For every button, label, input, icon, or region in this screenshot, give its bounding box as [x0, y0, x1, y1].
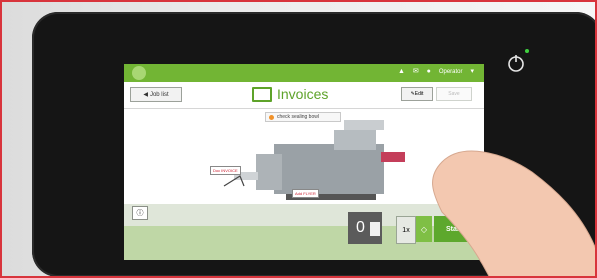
multiplier-button[interactable]: 1x	[396, 216, 416, 244]
chevron-down-icon[interactable]: ▾	[470, 68, 474, 75]
hand-image	[432, 150, 595, 276]
edit-button[interactable]: ✎ Edit	[401, 87, 433, 101]
info-icon: ⓘ	[136, 210, 144, 217]
header-divider	[124, 108, 484, 109]
counter-value: 0	[356, 219, 365, 236]
counter-display[interactable]: 0	[348, 212, 382, 244]
job-title: Invoices	[252, 85, 328, 103]
power-icon[interactable]	[505, 52, 527, 74]
alert-icon	[269, 114, 274, 120]
arrow-left-icon: ◀	[143, 92, 148, 98]
document-icon	[252, 86, 272, 102]
job-title-text: Invoices	[277, 86, 329, 102]
envelope-icon[interactable]: ✉	[413, 68, 419, 75]
operator-label[interactable]: Operator	[439, 69, 463, 75]
brand-logo-icon[interactable]	[132, 66, 146, 80]
photo-frame: ▲ ✉ ● Operator ▾ ◀ Job list Invoices ✎ E…	[0, 0, 597, 278]
warning-icon[interactable]: ▲	[398, 68, 405, 75]
counter-edit-icon	[370, 222, 380, 236]
power-led	[525, 49, 529, 53]
multiplier-label: 1x	[402, 226, 410, 234]
status-icons: ▲ ✉ ● Operator ▾	[392, 67, 474, 75]
job-list-label: Job list	[149, 91, 169, 98]
save-label: Save	[448, 91, 460, 97]
info-button[interactable]: ⓘ	[132, 206, 148, 220]
user-icon[interactable]: ●	[427, 68, 431, 75]
tray-tag-right[interactable]: Add FLYER	[292, 189, 319, 198]
job-list-button[interactable]: ◀ Job list	[130, 87, 182, 102]
save-button[interactable]: Save	[436, 87, 472, 101]
top-bar: ▲ ✉ ● Operator ▾	[124, 64, 484, 82]
tray-tag-left[interactable]: Doc INVOICE	[210, 166, 241, 175]
job-header: ◀ Job list Invoices ✎ Edit Save	[124, 82, 484, 108]
edit-label: Edit	[414, 91, 424, 97]
